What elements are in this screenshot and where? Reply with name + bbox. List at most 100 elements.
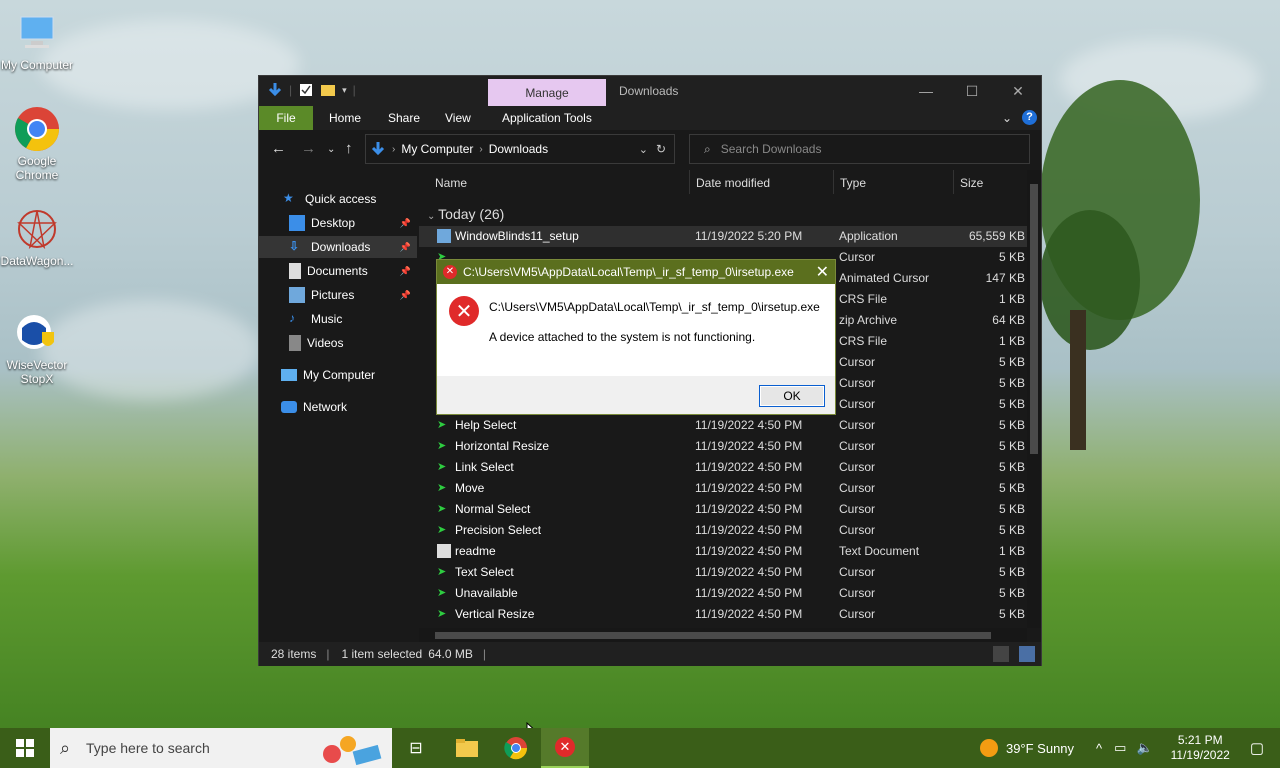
start-button[interactable]: [0, 728, 50, 768]
back-arrow-icon[interactable]: ←: [271, 140, 286, 157]
file-type: Cursor: [839, 460, 876, 474]
table-row[interactable]: ➤ Vertical Resize 11/19/2022 4:50 PM Cursor…: [419, 604, 1027, 625]
address-bar[interactable]: › My Computer › Downloads ⌄ ↻: [365, 134, 675, 164]
tab-file[interactable]: File: [259, 106, 313, 130]
nav-network[interactable]: Network: [259, 396, 417, 418]
nav-pictures[interactable]: Pictures 📌: [259, 284, 417, 306]
forward-arrow-icon[interactable]: →: [301, 140, 316, 157]
horizontal-scrollbar[interactable]: [419, 628, 1027, 642]
clock[interactable]: 5:21 PM 11/19/2022: [1171, 733, 1230, 763]
download-arrow-icon[interactable]: [267, 82, 283, 98]
desktop-icon-wisevector[interactable]: WiseVector StopX: [0, 310, 74, 386]
nav-my-computer[interactable]: My Computer: [259, 364, 417, 386]
search-box[interactable]: ⌕ Search Downloads: [689, 134, 1030, 164]
recent-dropdown-icon[interactable]: ⌄: [327, 144, 335, 155]
breadcrumb-downloads[interactable]: Downloads: [489, 142, 548, 156]
weather-text[interactable]: 39°F Sunny: [1006, 741, 1074, 756]
network-icon: [281, 401, 297, 413]
nav-label: Music: [311, 312, 343, 326]
file-type: Cursor: [839, 439, 876, 453]
star-icon: ★: [283, 191, 294, 205]
nav-label: Desktop: [311, 216, 356, 230]
pin-icon[interactable]: 📌: [400, 266, 411, 277]
system-tray: 39°F Sunny ^ ▭ 🔈 5:21 PM 11/19/2022 ▢: [979, 728, 1280, 768]
ok-button[interactable]: OK: [759, 385, 825, 407]
up-arrow-icon[interactable]: ↑: [345, 140, 353, 157]
tree-decoration: [1040, 80, 1200, 450]
show-hidden-icons-icon[interactable]: ^: [1096, 741, 1102, 756]
expand-ribbon-icon[interactable]: ⌄: [1002, 111, 1012, 125]
taskbar-search[interactable]: ⌕ Type here to search: [50, 728, 392, 768]
nav-documents[interactable]: Documents 📌: [259, 260, 417, 282]
nav-music[interactable]: ♪ Music: [259, 308, 417, 330]
title-bar: | ▾ | Manage Downloads — ☐ ✕: [259, 76, 1041, 106]
file-size: 1 KB: [998, 292, 1025, 306]
column-header-type[interactable]: Type: [840, 176, 866, 190]
taskbar-error-app[interactable]: ✕: [541, 728, 589, 768]
table-row[interactable]: WindowBlinds11_setup 11/19/2022 5:20 PM Ap…: [419, 226, 1027, 247]
task-view-button[interactable]: ⊟: [392, 728, 440, 768]
breadcrumb-my-computer[interactable]: My Computer: [401, 142, 473, 156]
table-row[interactable]: ➤ Help Select 11/19/2022 4:50 PM Cursor 5 KB: [419, 415, 1027, 436]
desktop-icon-my-computer[interactable]: My Computer: [0, 10, 74, 72]
pin-icon[interactable]: 📌: [400, 218, 411, 229]
table-row[interactable]: ➤ Horizontal Resize 11/19/2022 4:50 PM Curs…: [419, 436, 1027, 457]
table-row[interactable]: ➤ Unavailable 11/19/2022 4:50 PM Cursor 5 KB: [419, 583, 1027, 604]
new-folder-icon[interactable]: [320, 82, 336, 98]
weather-sun-icon[interactable]: [979, 739, 998, 757]
dialog-title-bar: ✕ C:\Users\VM5\AppData\Local\Temp\_ir_sf…: [437, 260, 835, 284]
group-header[interactable]: ⌄ Today (26): [427, 206, 504, 222]
table-row[interactable]: readme 11/19/2022 4:50 PM Text Document 1 K…: [419, 541, 1027, 562]
dialog-message: A device attached to the system is not f…: [489, 330, 756, 344]
application-icon: [437, 229, 451, 243]
taskbar-chrome[interactable]: [492, 728, 540, 768]
search-icon: ⌕: [60, 737, 71, 758]
file-name: Precision Select: [455, 523, 542, 537]
close-button[interactable]: ✕: [995, 76, 1041, 106]
help-icon[interactable]: ?: [1022, 110, 1037, 125]
tab-view[interactable]: View: [445, 106, 471, 130]
column-header-name[interactable]: Name: [435, 176, 467, 190]
volume-icon[interactable]: 🔈: [1136, 740, 1152, 756]
refresh-icon[interactable]: ↻: [656, 142, 666, 156]
details-view-icon[interactable]: [993, 646, 1009, 662]
file-size: 5 KB: [998, 607, 1025, 621]
vertical-scrollbar[interactable]: [1027, 170, 1041, 628]
desktop-icon-chrome[interactable]: Google Chrome: [0, 106, 74, 182]
minimize-button[interactable]: —: [903, 76, 949, 106]
nav-videos[interactable]: Videos: [259, 332, 417, 354]
tiles-view-icon[interactable]: [1019, 646, 1035, 662]
tab-application-tools[interactable]: Application Tools: [502, 106, 592, 130]
file-size: 5 KB: [998, 460, 1025, 474]
address-dropdown-icon[interactable]: ⌄: [639, 143, 648, 156]
network-icon[interactable]: ▭: [1114, 740, 1126, 756]
chrome-icon: [14, 106, 60, 152]
notifications-icon[interactable]: ▢: [1250, 739, 1264, 757]
table-row[interactable]: ➤ Link Select 11/19/2022 4:50 PM Cursor 5 KB: [419, 457, 1027, 478]
nav-desktop[interactable]: Desktop 📌: [259, 212, 417, 234]
table-row[interactable]: ➤ Precision Select 11/19/2022 4:50 PM Curso…: [419, 520, 1027, 541]
taskbar-file-explorer[interactable]: [443, 728, 491, 768]
nav-downloads[interactable]: ⇩ Downloads 📌: [259, 236, 417, 258]
qat-dropdown-icon[interactable]: ▾: [342, 85, 347, 96]
column-header-size[interactable]: Size: [960, 176, 983, 190]
table-row[interactable]: ➤ Text Select 11/19/2022 4:50 PM Cursor 5 KB: [419, 562, 1027, 583]
properties-icon[interactable]: [298, 82, 314, 98]
pin-icon[interactable]: 📌: [400, 290, 411, 301]
table-row[interactable]: ➤ Normal Select 11/19/2022 4:50 PM Cursor 5 …: [419, 499, 1027, 520]
tab-share[interactable]: Share: [388, 106, 420, 130]
file-name: Vertical Resize: [455, 607, 535, 621]
computer-icon: [14, 10, 60, 56]
windows-logo-icon: [16, 739, 34, 757]
maximize-button[interactable]: ☐: [949, 76, 995, 106]
tab-manage[interactable]: Manage: [488, 79, 606, 106]
tab-home[interactable]: Home: [329, 106, 361, 130]
column-header-date[interactable]: Date modified: [696, 176, 770, 190]
pin-icon[interactable]: 📌: [400, 242, 411, 253]
file-type: Cursor: [839, 586, 876, 600]
desktop-icon-datawagon[interactable]: DataWagon...: [0, 206, 74, 268]
file-date: 11/19/2022 4:50 PM: [695, 565, 803, 579]
nav-quick-access[interactable]: ★ Quick access: [283, 188, 417, 210]
table-row[interactable]: ➤ Move 11/19/2022 4:50 PM Cursor 5 KB: [419, 478, 1027, 499]
dialog-close-button[interactable]: ✕: [816, 262, 829, 282]
